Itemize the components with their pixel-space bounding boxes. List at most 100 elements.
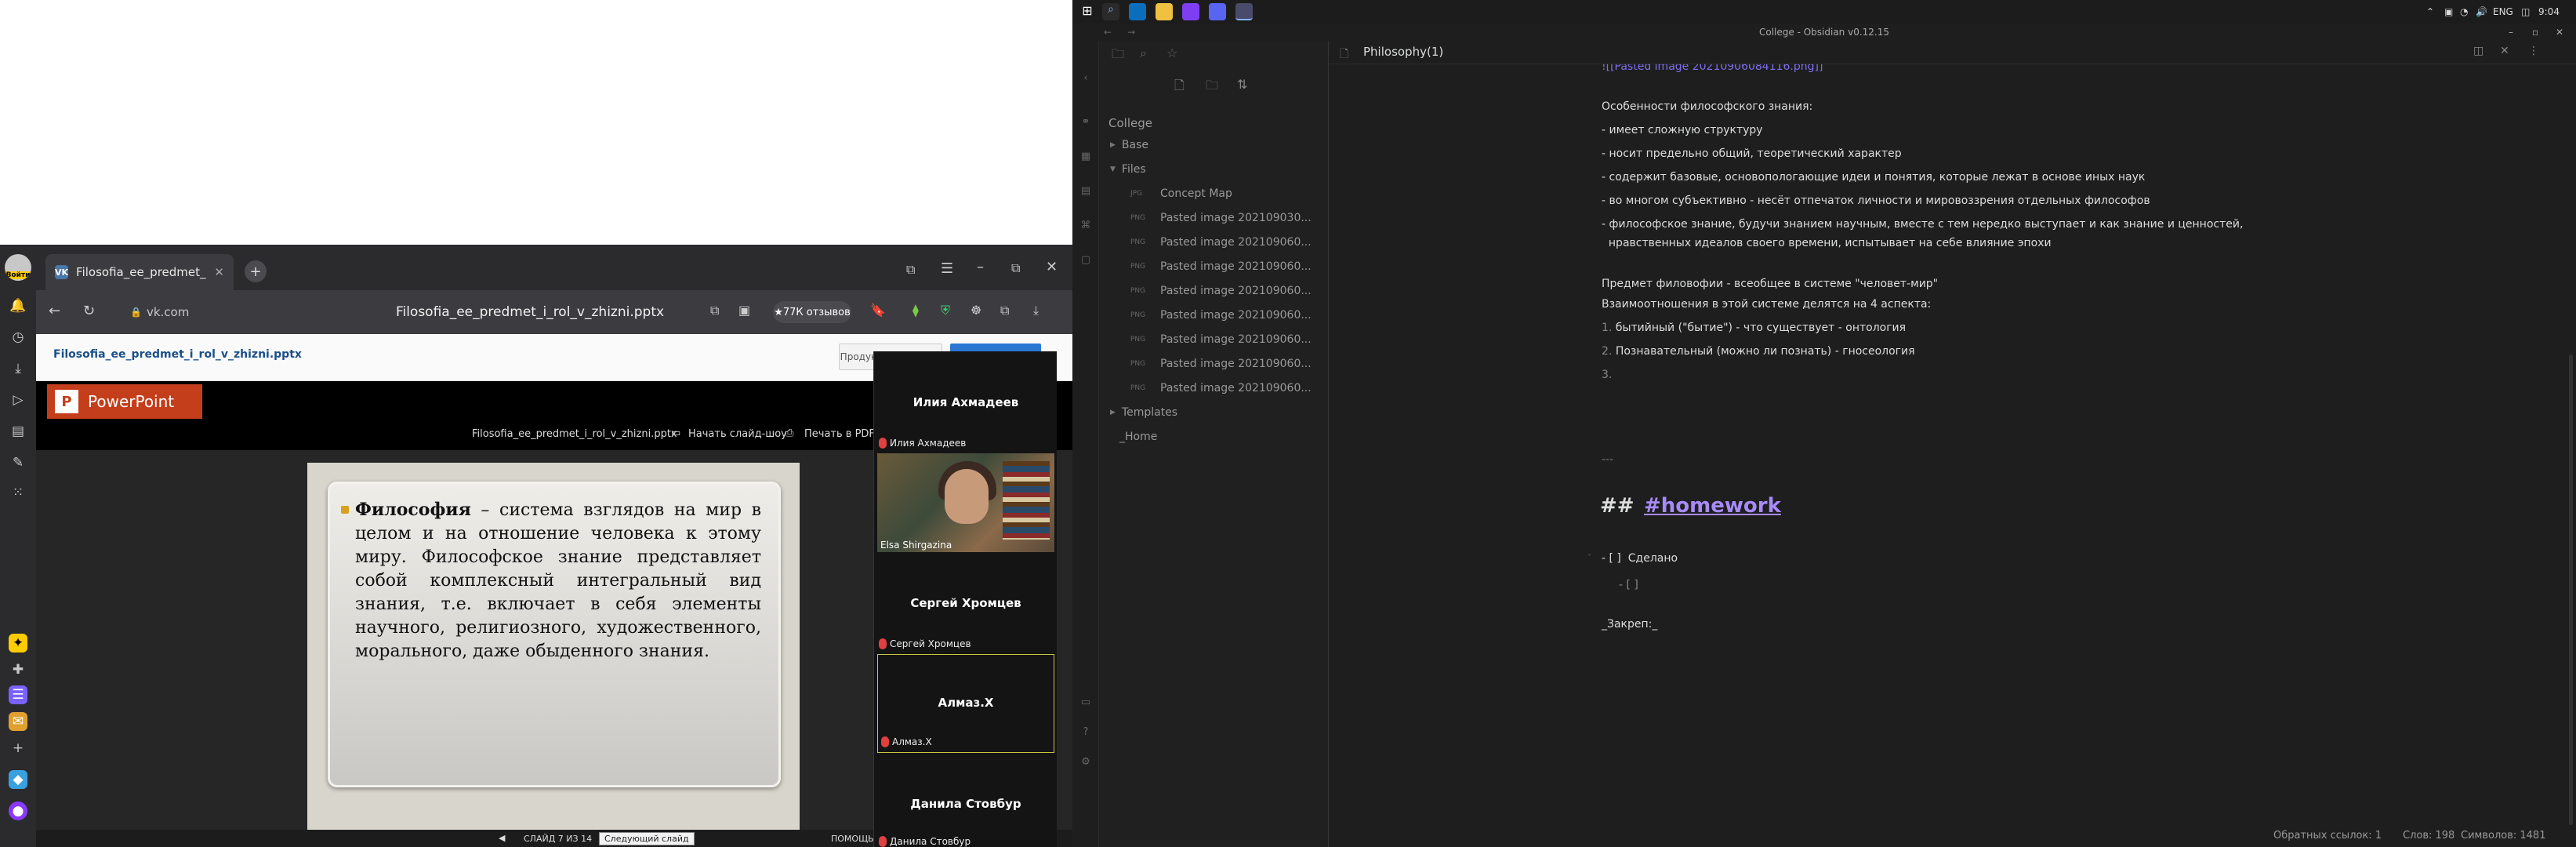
vault-icon[interactable]: ▭ (1079, 696, 1092, 709)
close-window-icon[interactable]: ✕ (1046, 259, 1058, 275)
discord-icon[interactable] (1209, 3, 1226, 20)
help-link[interactable]: ПОМОЩЬ (831, 834, 874, 844)
obsidian-taskbar-icon[interactable] (1182, 3, 1199, 20)
tree-file[interactable]: PNG Pasted image 202109060... (1099, 279, 1329, 303)
protect-icon[interactable]: ▣ (738, 303, 750, 318)
start-slideshow-button[interactable]: Начать слайд-шоу (688, 428, 787, 440)
tree-file[interactable]: _Home (1099, 425, 1329, 449)
tray-icon[interactable]: ▣ (2444, 6, 2453, 17)
menu-icon[interactable]: ☰ (941, 260, 953, 277)
prev-slide-icon[interactable]: ◀ (499, 833, 505, 843)
new-note-icon[interactable]: 🗋 (1174, 77, 1185, 98)
clock[interactable]: 9:04 (2538, 6, 2560, 17)
volume-icon[interactable]: 🔊 (2476, 6, 2487, 17)
profile-avatar[interactable]: Войти (5, 254, 31, 281)
fold-icon[interactable]: ˅ (1587, 554, 1591, 562)
new-tab-button[interactable]: + (245, 260, 267, 282)
close-tab-icon[interactable]: ✕ (214, 265, 224, 279)
tree-file[interactable]: PNG Pasted image 202109060... (1099, 231, 1329, 254)
tray-expand-icon[interactable]: ⌃ (2426, 6, 2434, 17)
media-icon[interactable]: ▷ (9, 391, 27, 409)
messenger-icon[interactable]: ☰ (9, 685, 27, 704)
url-field[interactable]: 🔒 vk.com (130, 301, 232, 323)
homework-tag[interactable]: #homework (1644, 494, 1781, 518)
back-icon[interactable]: ← (49, 303, 60, 319)
tree-folder[interactable]: ▼ Files (1099, 158, 1329, 181)
participant-tile-active[interactable]: Алмаз.Х Алмаз.Х (877, 654, 1054, 753)
browser-taskbar-icon[interactable] (1235, 3, 1253, 20)
tree-file[interactable]: PNG Pasted image 202109060... (1099, 328, 1329, 351)
maximize-icon[interactable]: ▫ (2532, 24, 2538, 41)
sort-icon[interactable]: ⇅ (1237, 77, 1247, 92)
notes-icon[interactable]: ▤ (9, 422, 27, 441)
tree-file[interactable]: PNG Pasted image 202109060... (1099, 255, 1329, 278)
participant-video[interactable]: Elsa Shirgazina (877, 453, 1054, 552)
todo-item[interactable]: - [ ] (1619, 579, 1638, 591)
network-icon[interactable]: ◔ (2460, 6, 2468, 17)
collapse-sidebar-icon[interactable]: ‹ (1079, 72, 1092, 85)
nav-forward-icon[interactable]: → (1127, 24, 1135, 41)
extension-icon[interactable]: ☸ (971, 303, 981, 318)
tree-file[interactable]: PNG Pasted image 202109060... (1099, 304, 1329, 327)
download-icon[interactable]: ⤓ (1033, 303, 1039, 318)
windows-start-icon[interactable]: ⊞ (1079, 3, 1096, 20)
collections-icon[interactable]: ⧉ (1000, 303, 1009, 318)
help-icon[interactable]: ? (1079, 726, 1092, 739)
close-icon[interactable]: ✕ (2556, 24, 2563, 41)
tree-file[interactable]: PNG Pasted image 202109060... (1099, 352, 1329, 376)
yandex-app-icon[interactable]: ✦ (9, 634, 27, 653)
edge-icon[interactable] (1129, 3, 1146, 20)
maps-icon[interactable]: ◆ (9, 770, 27, 789)
tree-file[interactable]: PNG Pasted image 202109060... (1099, 376, 1329, 400)
print-pdf-button[interactable]: Печать в PDF (804, 428, 875, 440)
chat-icon[interactable]: ◫ (2521, 6, 2530, 17)
close-pane-icon[interactable]: ✕ (2500, 45, 2509, 57)
mail-icon[interactable]: ✉ (9, 712, 27, 731)
image-embed[interactable]: ![[Pasted image 20210906084116.png]] (1602, 64, 1823, 78)
copy-link-icon[interactable]: ⧉ (710, 303, 719, 318)
minimize-icon[interactable]: – (2509, 24, 2513, 41)
file-link[interactable]: Filosofia_ee_predmet_i_rol_v_zhizni.pptx (53, 348, 302, 361)
notifications-icon[interactable]: 🔔 (9, 296, 27, 315)
restore-icon[interactable]: ⧉ (1011, 260, 1020, 276)
more-options-icon[interactable]: ⋮ (2528, 45, 2539, 57)
history-icon[interactable]: ◷ (9, 328, 27, 347)
calendar-icon[interactable]: ▦ (1079, 151, 1092, 163)
shield-icon[interactable]: ⛨ (941, 303, 950, 318)
command-icon[interactable]: ⌘ (1079, 220, 1092, 232)
template-icon[interactable]: ▤ (1079, 185, 1092, 198)
edit-icon[interactable]: ✎ (9, 453, 27, 472)
graph-view-icon[interactable]: ⚭ (1079, 116, 1092, 129)
backlinks-count[interactable]: Обратных ссылок: 1 (2273, 830, 2382, 842)
daily-note-icon[interactable]: ▢ (1079, 254, 1092, 267)
minimize-icon[interactable]: – (977, 259, 984, 275)
browser-tab[interactable]: VK Filosofia_ee_predmet_i_rol ✕ (45, 254, 234, 290)
add-panel-icon[interactable]: + (9, 739, 27, 758)
reload-icon[interactable]: ↻ (83, 303, 95, 319)
search-tab-icon[interactable]: ⌕ (1140, 45, 1147, 61)
nav-back-icon[interactable]: ← (1104, 24, 1112, 41)
reviews-badge[interactable]: ★77К отзывов (773, 301, 851, 323)
settings-icon[interactable]: ⚙ (1079, 756, 1092, 769)
apps-icon[interactable]: ⁙ (9, 483, 27, 502)
document-title[interactable]: Philosophy(1) (1363, 45, 1443, 59)
tabs-overview-icon[interactable]: ⧉ (906, 262, 915, 278)
tree-file[interactable]: JPG Concept Map (1099, 182, 1329, 205)
tree-folder[interactable]: ▶ Templates (1099, 401, 1329, 424)
extension-green-icon[interactable]: ⧫ (912, 303, 919, 318)
scrollbar[interactable] (2569, 354, 2573, 825)
preview-toggle-icon[interactable]: ◫ (2473, 45, 2483, 57)
alice-icon[interactable]: ● (9, 802, 27, 820)
new-folder-icon[interactable]: 🗀 (1206, 77, 1218, 98)
search-icon[interactable]: ⌕ (1102, 3, 1119, 20)
downloads-icon[interactable]: ⤓ (9, 359, 27, 378)
tree-file[interactable]: PNG Pasted image 202109030... (1099, 206, 1329, 230)
next-slide-tooltip[interactable]: Следующий слайд (599, 832, 695, 845)
starred-tab-icon[interactable]: ☆ (1166, 45, 1177, 60)
bookmark-icon[interactable]: 🔖 (870, 303, 886, 318)
files-tab-icon[interactable]: 🗀 (1112, 45, 1124, 67)
tree-folder[interactable]: ▶ Base (1099, 133, 1329, 157)
sparkle-icon[interactable]: ✚ (9, 660, 27, 679)
language-indicator[interactable]: ENG (2493, 6, 2513, 17)
explorer-icon[interactable] (1156, 3, 1173, 20)
